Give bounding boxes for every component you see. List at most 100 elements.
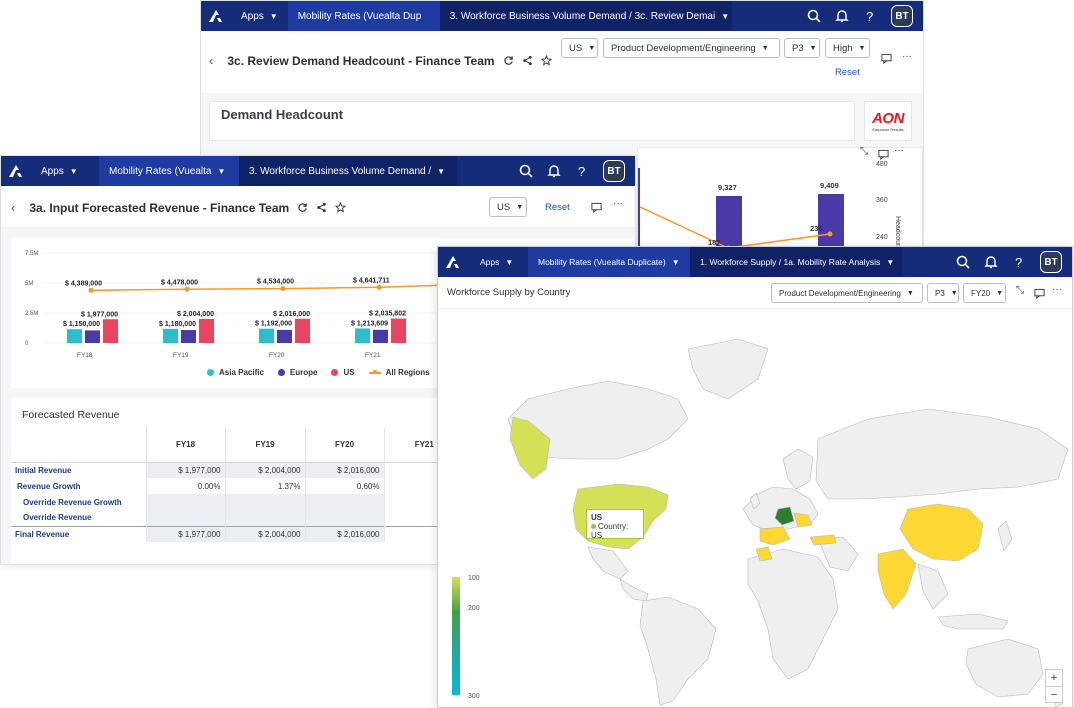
table-row: Revenue Growth 0.00% 1.37% 0.60% [11,478,464,494]
japan-shape[interactable] [997,520,1013,552]
star-icon[interactable] [335,202,347,213]
period-filter[interactable]: FY20 ▼ [963,283,1006,303]
legend-item[interactable]: US [331,368,355,377]
russia-shape[interactable] [815,408,1069,500]
table-cell[interactable]: $ 1,977,000 [145,461,225,478]
indonesia-shape[interactable] [937,613,1009,630]
region-filter[interactable]: US ▼ [561,38,598,58]
legend-item[interactable]: Europe [277,368,317,377]
back-icon[interactable]: ‹ [209,53,213,68]
reset-link[interactable]: Reset [545,202,570,213]
southeast-asia-shape[interactable] [917,563,949,610]
apps-menu[interactable]: Apps ▼ [468,247,528,277]
china-shape[interactable] [899,503,984,562]
apps-menu[interactable]: Apps ▼ [31,156,99,186]
row-label: Initial Revenue [11,461,146,478]
function-filter[interactable]: Product Development/Engineering ▼ [603,38,780,58]
reset-link[interactable]: Reset [835,67,860,78]
table-cell[interactable] [304,510,384,526]
mexico-shape[interactable] [587,546,629,580]
page-tab[interactable]: 3. Workforce Business Volume Demand / 3c… [439,1,732,31]
refresh-icon[interactable] [297,202,308,213]
zoom-in-button[interactable]: + [1046,670,1062,686]
anaplan-logo-icon[interactable] [438,247,468,277]
help-icon[interactable]: ? [863,9,877,23]
legend-item[interactable]: Asia Pacific [207,368,264,377]
function-filter[interactable]: Product Development/Engineering ▼ [771,283,923,303]
search-icon[interactable] [807,9,821,23]
central-america-shape[interactable] [619,578,649,602]
help-icon[interactable]: ? [1012,255,1026,269]
page-tab[interactable]: 3. Workforce Business Volume Demand / ▼ [239,156,457,186]
anaplan-logo-icon[interactable] [201,1,231,31]
table-cell[interactable] [304,494,384,510]
grade-filter[interactable]: P3 ▼ [927,283,959,303]
avatar[interactable]: BT [891,5,913,27]
zoom-out-button[interactable]: − [1046,686,1062,702]
table-cell[interactable]: 0.60% [304,478,384,494]
turkey-shape[interactable] [809,534,837,546]
bell-icon[interactable] [984,255,998,269]
help-icon[interactable]: ? [575,164,589,178]
region-filter[interactable]: US ▼ [489,197,527,217]
back-icon[interactable]: ‹ [11,200,15,215]
table-cell[interactable] [224,494,305,510]
india-shape[interactable] [877,548,917,610]
table-cell[interactable] [224,510,305,526]
more-icon[interactable]: ··· [1052,284,1062,295]
table-cell[interactable]: $ 2,016,000 [304,525,384,542]
bell-icon[interactable] [547,164,561,178]
bell-icon[interactable] [835,9,849,23]
africa-shape[interactable] [747,548,839,680]
page-title: 3a. Input Forecasted Revenue - Finance T… [29,200,290,215]
refresh-icon[interactable] [503,55,514,66]
grade-filter[interactable]: P3 ▼ [784,38,820,58]
comment-icon[interactable] [878,147,889,165]
column-header[interactable]: FY18 [145,428,225,462]
table-cell[interactable]: 0.00% [145,478,225,494]
southern-europe-shape[interactable] [759,526,791,546]
apps-menu[interactable]: Apps ▼ [231,1,288,31]
column-header[interactable]: FY20 [304,428,384,462]
table-cell[interactable]: $ 2,004,000 [224,525,305,542]
greenland-shape[interactable] [687,338,769,400]
table-cell[interactable] [145,510,225,526]
avatar[interactable]: BT [1040,251,1062,273]
data-label: $ 2,004,000 [177,311,214,318]
table-cell[interactable]: $ 1,977,000 [145,525,225,542]
table-cell[interactable]: $ 2,016,000 [304,461,384,478]
model-tab[interactable]: Mobility Rates (Vuealta Dup [287,1,440,31]
search-icon[interactable] [956,255,970,269]
map-area[interactable]: US Country: US 100 200 300 + − [438,309,1072,707]
comment-icon[interactable] [881,53,892,67]
bar-asia-pacific [67,329,82,343]
model-tab[interactable]: Mobility Rates (Vuealta Duplicate) ▼ [528,247,690,277]
comment-icon[interactable] [1034,286,1045,304]
more-icon[interactable]: ··· [894,145,904,156]
row-label: Final Revenue [11,525,146,542]
share-icon[interactable] [522,55,533,66]
avatar[interactable]: BT [603,160,625,182]
collapse-icon[interactable]: ⤡ [1016,285,1024,296]
data-label: $ 1,213,609 [351,320,388,327]
scenario-filter[interactable]: High ▼ [825,38,870,58]
australia-shape[interactable] [965,638,1044,698]
comment-icon[interactable] [591,200,602,218]
table-cell[interactable] [145,494,225,510]
world-map[interactable] [438,309,1073,708]
page-tab[interactable]: 1. Workforce Supply / 1a. Mobility Rate … [690,247,902,277]
model-tab[interactable]: Mobility Rates (Vuealta ▼ [99,156,239,186]
expand-icon[interactable]: ⤡ [860,146,868,157]
more-icon[interactable]: ··· [902,51,912,62]
table-cell[interactable]: $ 2,004,000 [224,461,305,478]
table-cell[interactable]: 1.37% [224,478,305,494]
column-header[interactable]: FY19 [224,428,305,462]
legend-item[interactable]: All Regions [368,368,430,377]
south-america-shape[interactable] [639,596,717,706]
star-icon[interactable] [540,55,552,66]
share-icon[interactable] [316,202,327,213]
more-icon[interactable]: ··· [613,198,623,209]
anaplan-logo-icon[interactable] [1,156,31,186]
scandinavia-shape[interactable] [782,448,814,490]
search-icon[interactable] [519,164,533,178]
